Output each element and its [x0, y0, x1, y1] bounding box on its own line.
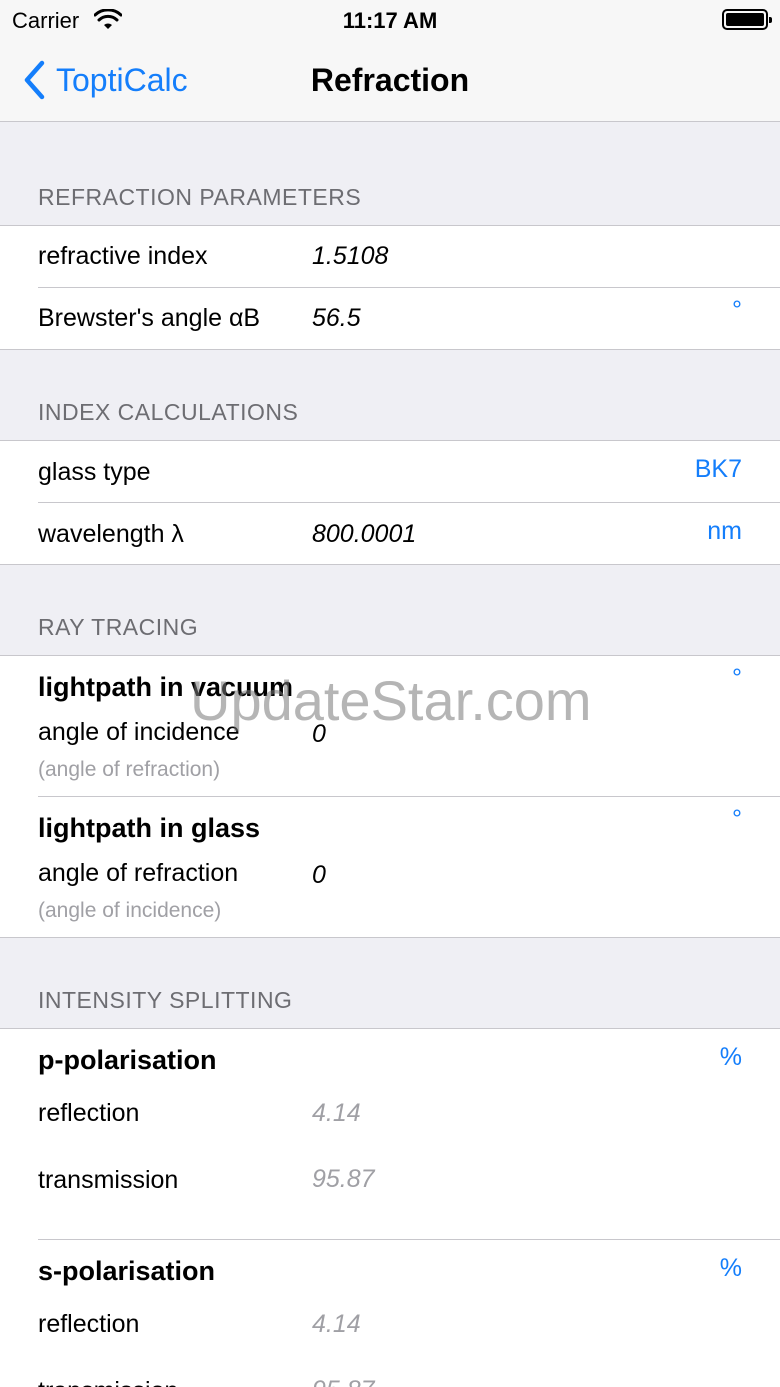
- angle-of-incidence-sublabel: (angle of incidence): [38, 899, 222, 922]
- refractive-index-value[interactable]: 1.5108: [312, 242, 388, 271]
- section-header-intensity: INTENSITY SPLITTING: [38, 987, 293, 1013]
- angle-of-refraction-label: angle of refraction: [38, 859, 239, 887]
- p-polarisation-row: p-polarisation % reflection 4.14 transmi…: [0, 1029, 780, 1239]
- status-bar: Carrier 11:17 AM: [0, 0, 780, 40]
- section-header-index: INDEX CALCULATIONS: [38, 399, 299, 425]
- percent-unit: %: [719, 1254, 742, 1282]
- brewster-angle-row[interactable]: Brewster's angle αB 56.5 °: [0, 288, 780, 349]
- angle-of-refraction-sublabel: (angle of refraction): [38, 758, 221, 781]
- glass-type-label: glass type: [38, 458, 151, 486]
- brewster-angle-value[interactable]: 56.5: [312, 304, 361, 333]
- intensity-splitting-group: p-polarisation % reflection 4.14 transmi…: [0, 1028, 780, 1387]
- clock: 11:17 AM: [342, 8, 438, 33]
- p-reflection-label: reflection: [38, 1099, 140, 1127]
- angle-of-incidence-label: angle of incidence: [38, 718, 240, 746]
- lightpath-vacuum-title: lightpath in vacuum: [38, 672, 294, 702]
- refraction-parameters-group: refractive index 1.5108 Brewster's angle…: [0, 225, 780, 350]
- navigation-bar: ToptiCalc Refraction: [0, 40, 780, 122]
- wavelength-value[interactable]: 800.0001: [312, 520, 416, 549]
- angle-of-refraction-value[interactable]: 0: [312, 861, 326, 890]
- degree-unit: °: [732, 664, 742, 692]
- p-reflection-value: 4.14: [312, 1099, 361, 1127]
- page-title: Refraction: [310, 62, 470, 98]
- brewster-angle-label: Brewster's angle αB: [38, 304, 261, 332]
- battery-icon: [722, 9, 772, 30]
- index-calculations-group: glass type BK7 wavelength λ 800.0001 nm: [0, 440, 780, 565]
- lightpath-glass-title: lightpath in glass: [38, 813, 261, 843]
- section-header-refraction: REFRACTION PARAMETERS: [38, 184, 362, 210]
- p-transmission-label: transmission: [38, 1166, 179, 1194]
- wavelength-unit: nm: [707, 517, 742, 545]
- glass-type-selector[interactable]: BK7: [695, 455, 742, 484]
- wavelength-row[interactable]: wavelength λ 800.0001 nm: [0, 503, 780, 564]
- s-polarisation-title: s-polarisation: [38, 1256, 216, 1286]
- s-polarisation-row: s-polarisation % reflection 4.14 transmi…: [0, 1240, 780, 1387]
- section-header-ray: RAY TRACING: [38, 614, 199, 640]
- refractive-index-row[interactable]: refractive index 1.5108: [0, 226, 780, 287]
- lightpath-vacuum-row[interactable]: lightpath in vacuum angle of incidence (…: [0, 656, 780, 796]
- s-transmission-value: 95.87: [312, 1376, 375, 1387]
- degree-unit: °: [732, 805, 742, 833]
- s-transmission-label: transmission: [38, 1377, 178, 1387]
- ray-tracing-group: lightpath in vacuum angle of incidence (…: [0, 655, 780, 938]
- degree-unit: °: [732, 296, 742, 324]
- refractive-index-label: refractive index: [38, 242, 208, 270]
- s-reflection-value: 4.14: [312, 1310, 361, 1338]
- s-reflection-label: reflection: [38, 1310, 140, 1338]
- lightpath-glass-row[interactable]: lightpath in glass angle of refraction (…: [0, 797, 780, 937]
- p-transmission-value: 95.87: [312, 1165, 375, 1193]
- angle-of-incidence-value[interactable]: 0: [312, 720, 326, 749]
- p-polarisation-title: p-polarisation: [38, 1045, 217, 1075]
- wavelength-label: wavelength λ: [38, 520, 184, 548]
- glass-type-row[interactable]: glass type BK7: [0, 441, 780, 502]
- percent-unit: %: [719, 1043, 742, 1071]
